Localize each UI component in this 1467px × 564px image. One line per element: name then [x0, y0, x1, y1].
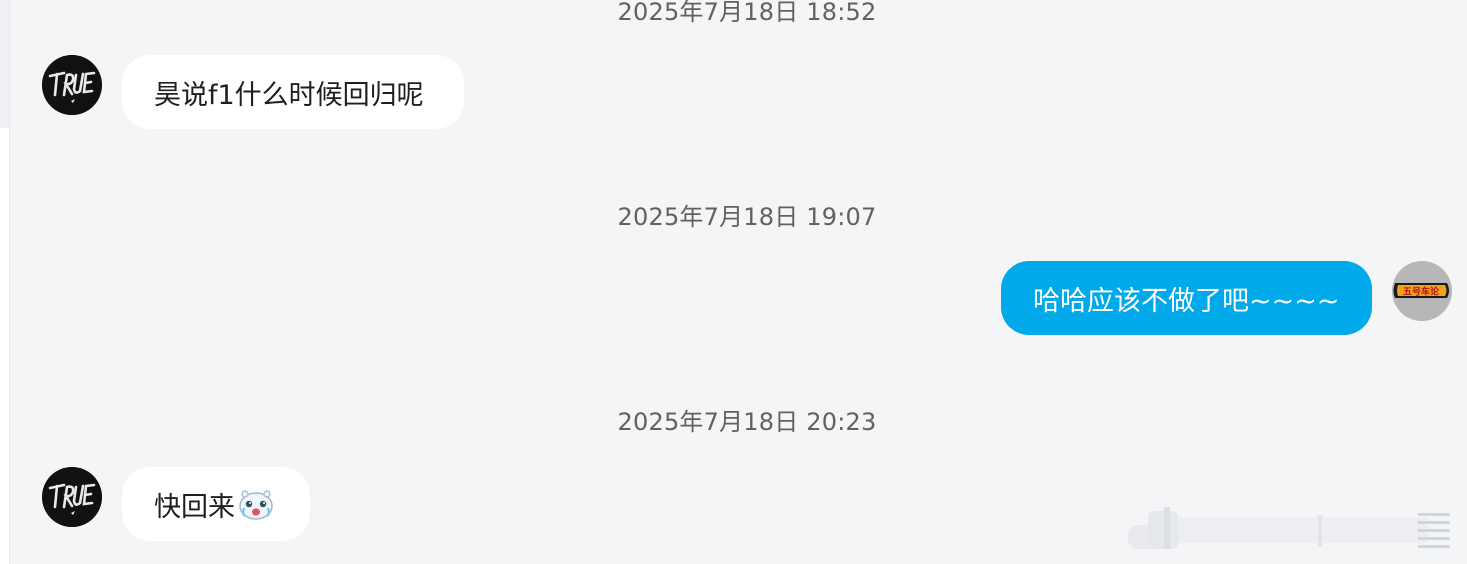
message-bubble-incoming[interactable]: 昊说f1什么时候回归呢 — [122, 55, 464, 129]
message-bubble-incoming[interactable]: 快回来 — [122, 467, 310, 541]
crying-face-emoji-icon — [239, 490, 273, 520]
message-text: 昊说f1什么时候回归呢 — [154, 79, 424, 111]
logo-text: 五号车论 — [1403, 286, 1440, 298]
contact-avatar[interactable] — [42, 55, 102, 115]
message-text: 快回来 — [154, 491, 235, 523]
chat-window: 2025年7月18日 18:52 昊说f1什么时候回归呢 2025年7月18日 … — [0, 0, 1467, 564]
message-text: 哈哈应该不做了吧~~~~ — [1033, 285, 1340, 317]
timestamp-1: 2025年7月18日 18:52 — [617, 0, 877, 26]
self-avatar[interactable]: 五号车论 — [1392, 261, 1452, 321]
message-bubble-outgoing[interactable]: 哈哈应该不做了吧~~~~ — [1001, 261, 1372, 335]
contact-avatar[interactable] — [42, 467, 102, 527]
true-logo-icon — [42, 55, 102, 115]
timestamp-2: 2025年7月18日 19:07 — [617, 203, 877, 231]
true-logo-icon — [42, 467, 102, 527]
wuhao-chelun-logo-icon: 五号车论 — [1392, 261, 1452, 321]
watermark-graphic — [1128, 507, 1450, 549]
timestamp-3: 2025年7月18日 20:23 — [617, 408, 877, 436]
